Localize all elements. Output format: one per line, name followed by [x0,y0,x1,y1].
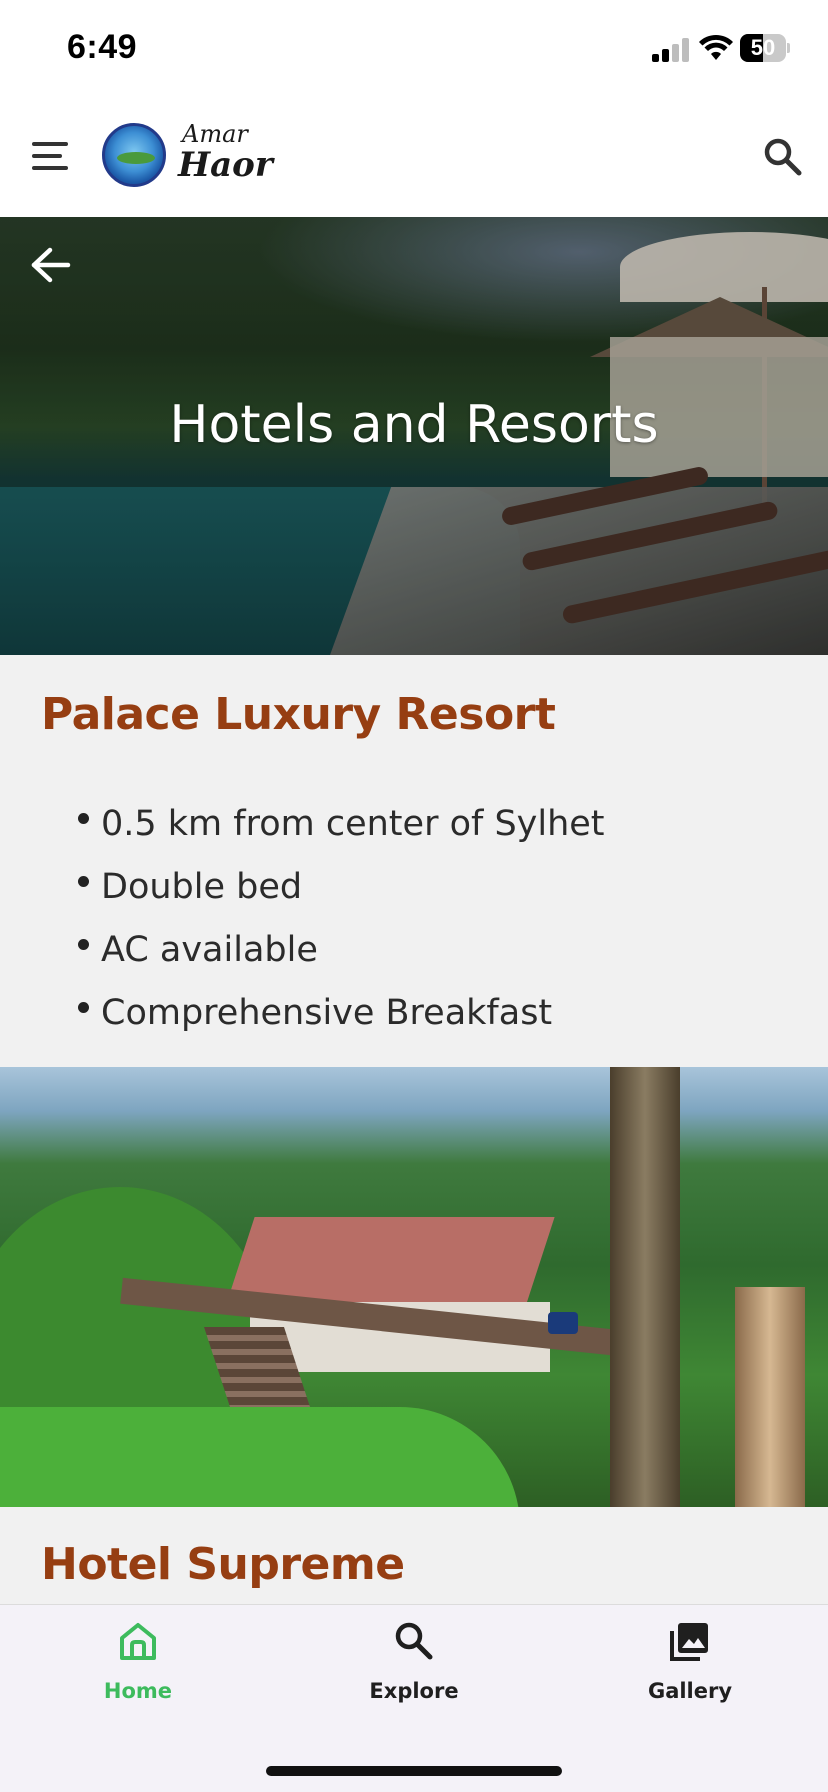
listing-card[interactable]: Palace Luxury Resort 0.5 km from center … [0,655,828,1067]
home-indicator[interactable] [266,1766,562,1776]
back-arrow-icon[interactable] [28,245,74,285]
cellular-signal-icon [652,38,690,62]
home-icon [116,1619,160,1663]
nav-gallery-label: Gallery [647,1679,733,1703]
listing-photo[interactable] [0,1067,828,1507]
battery-level: 50 [750,35,776,60]
bottom-navigation: Home Explore Gallery [0,1604,828,1792]
logo-wordmark: Amar Haor [178,120,273,185]
nav-explore[interactable]: Explore [276,1605,552,1715]
app-logo[interactable]: Amar Haor [102,120,282,192]
app-header: Amar Haor [0,100,828,217]
hamburger-menu-icon[interactable] [30,140,70,172]
wifi-icon [698,34,734,62]
search-icon [392,1619,436,1663]
status-time: 6:49 [67,28,138,66]
listing-title[interactable]: Palace Luxury Resort [41,689,556,740]
feature-item: Comprehensive Breakfast [76,982,605,1045]
nav-home-label: Home [103,1679,173,1703]
logo-emblem [102,123,166,187]
feature-item: 0.5 km from center of Sylhet [76,793,605,856]
status-bar: 6:49 50 [0,0,828,100]
battery-icon: 50 [740,34,790,62]
listing-card[interactable]: Hotel Supreme [0,1507,828,1604]
feature-list: 0.5 km from center of Sylhet Double bed … [76,793,605,1045]
nav-gallery[interactable]: Gallery [552,1605,828,1715]
hero-banner: Hotels and Resorts [0,217,828,655]
nav-explore-label: Explore [369,1679,459,1703]
feature-item: AC available [76,919,605,982]
gallery-icon [668,1619,712,1663]
nav-home[interactable]: Home [0,1605,276,1715]
listing-title[interactable]: Hotel Supreme [41,1539,405,1590]
search-icon[interactable] [762,136,804,178]
feature-item: Double bed [76,856,605,919]
page-title: Hotels and Resorts [169,395,659,455]
